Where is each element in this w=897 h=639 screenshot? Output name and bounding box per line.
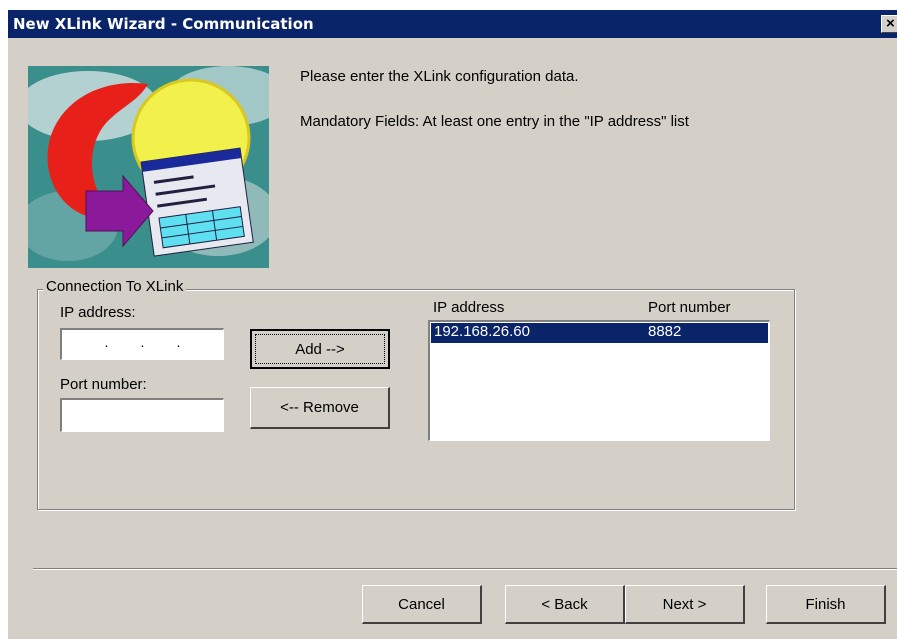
cancel-button-label: Cancel	[398, 595, 445, 613]
wizard-dialog: New XLink Wizard - Communication × Pleas…	[8, 10, 897, 639]
ip-address-label: IP address:	[60, 304, 136, 321]
close-button[interactable]: ×	[881, 15, 897, 33]
ip-octet-separators: ...	[104, 334, 181, 350]
footer-separator	[33, 568, 897, 570]
remove-button[interactable]: <-- Remove	[250, 387, 390, 429]
focus-rectangle	[255, 334, 385, 364]
wizard-illustration	[28, 66, 269, 268]
port-number-label: Port number:	[60, 376, 147, 393]
remove-button-label: <-- Remove	[280, 399, 359, 416]
list-row[interactable]: 192.168.26.60 8882	[431, 323, 768, 343]
back-button-label: < Back	[541, 595, 588, 613]
back-button[interactable]: < Back	[505, 585, 625, 624]
window-title: New XLink Wizard - Communication	[13, 15, 314, 33]
connection-group-legend: Connection To XLink	[43, 278, 187, 295]
row-port-number: 8882	[648, 323, 682, 340]
finish-button-label: Finish	[805, 595, 846, 613]
column-header-port-number[interactable]: Port number	[648, 299, 731, 316]
next-button[interactable]: Next >	[625, 585, 745, 624]
intro-line-1: Please enter the XLink configuration dat…	[300, 68, 579, 85]
column-header-ip-address[interactable]: IP address	[433, 299, 504, 316]
title-bar[interactable]: New XLink Wizard - Communication ×	[8, 10, 897, 38]
close-icon: ×	[886, 15, 895, 32]
next-button-label: Next >	[662, 595, 707, 613]
finish-button[interactable]: Finish	[766, 585, 886, 624]
intro-line-2: Mandatory Fields: At least one entry in …	[300, 113, 689, 130]
row-ip-address: 192.168.26.60	[434, 323, 530, 340]
ip-address-input[interactable]: ...	[60, 328, 224, 360]
ip-address-list[interactable]: 192.168.26.60 8882	[428, 320, 770, 441]
port-number-input[interactable]	[60, 398, 224, 432]
cancel-button[interactable]: Cancel	[362, 585, 482, 624]
add-button[interactable]: Add -->	[250, 329, 390, 369]
